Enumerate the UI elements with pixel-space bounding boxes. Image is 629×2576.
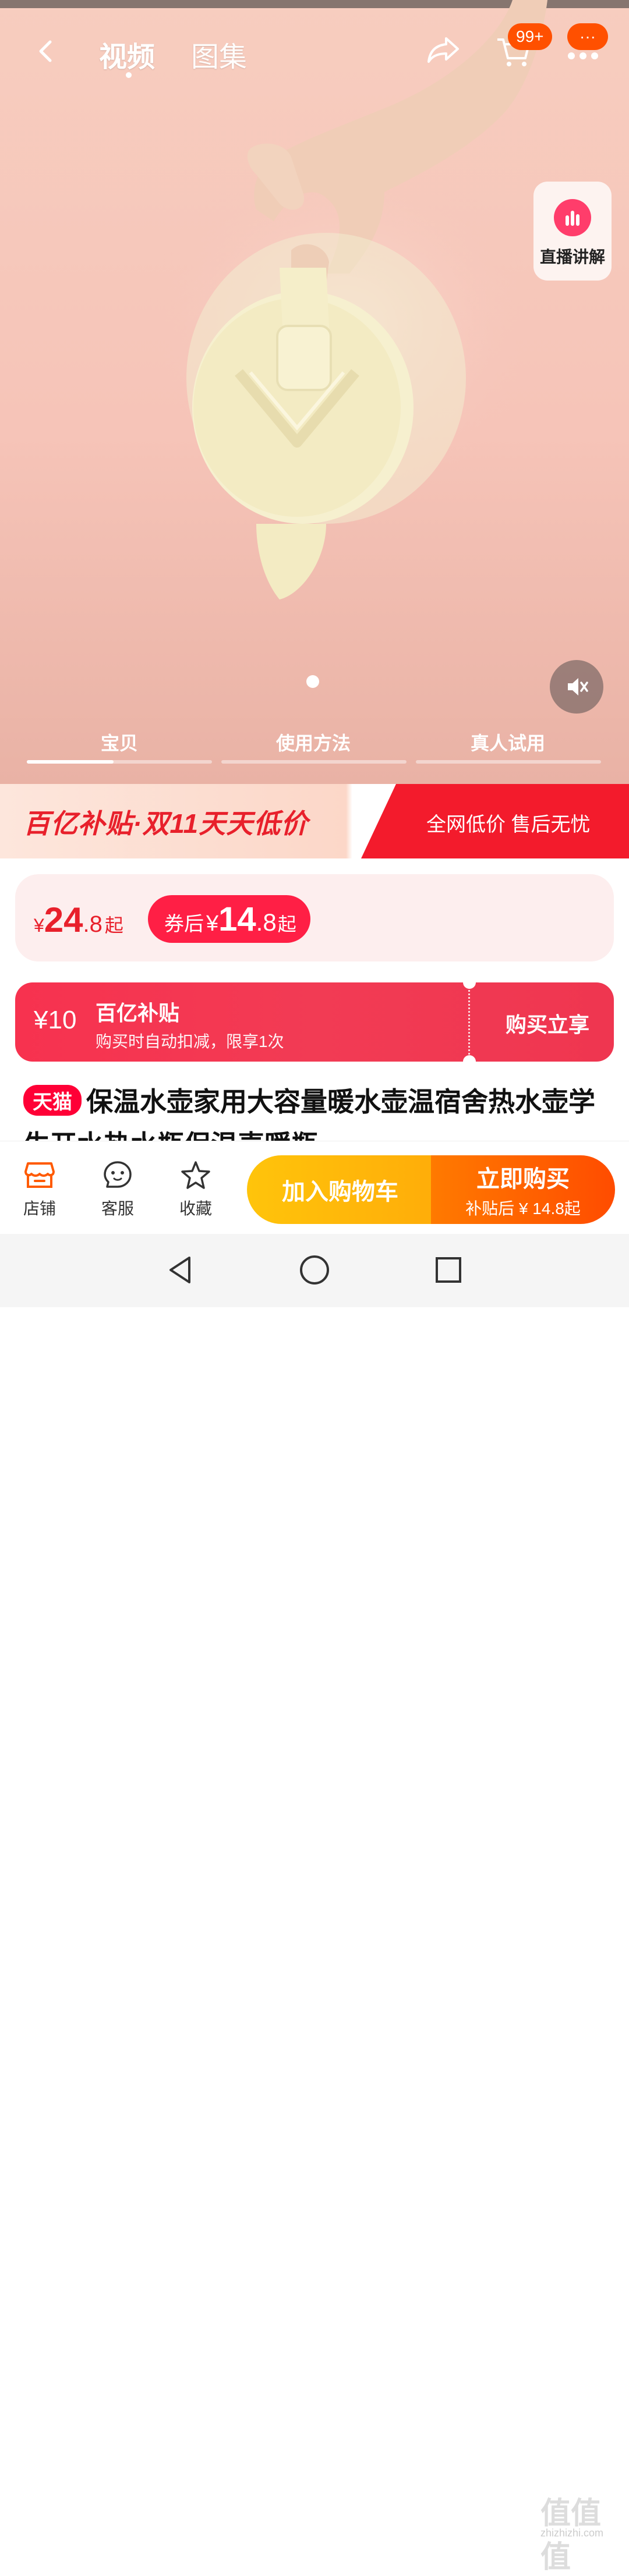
segment-progress-fill [27, 760, 114, 764]
system-back-button[interactable] [163, 1252, 198, 1287]
subsidy-title: 百亿补贴 [96, 1001, 180, 1025]
add-to-cart-button[interactable]: 加入购物车 [247, 1155, 433, 1224]
coupon-integer: 14 [218, 900, 256, 938]
shop-icon [24, 1162, 55, 1188]
chevron-left-icon [39, 40, 52, 62]
customer-service-button[interactable]: 客服 [89, 1159, 147, 1219]
price-decimal: .8 [83, 911, 103, 937]
coupon-suffix: 起 [277, 914, 296, 935]
live-icon [554, 199, 591, 236]
coupon-label: 券后 [164, 913, 204, 935]
buy-now-subsidy-price: 补贴后 ¥ 14.8起 [465, 1200, 581, 1218]
price-card: ¥ 24 .8 起 券后 ¥ 14 .8 起 [15, 874, 614, 961]
price-integer: 24 [44, 900, 83, 939]
share-icon [427, 37, 459, 63]
triangle-back-icon [169, 1257, 190, 1283]
tab-gallery[interactable]: 图集 [191, 34, 247, 74]
coupon-decimal: .8 [256, 909, 277, 936]
media-page-indicator [306, 675, 319, 688]
service-label: 客服 [101, 1200, 134, 1218]
more-badge: ··· [567, 23, 608, 50]
favorite-label: 收藏 [179, 1200, 212, 1218]
coupon-notch-bottom [463, 1055, 476, 1062]
circle-home-icon [300, 1255, 329, 1285]
segment-progress-usage [221, 760, 407, 764]
live-explain-card[interactable]: 直播讲解 [533, 182, 612, 281]
subsidy-coupon-card[interactable]: ¥10 百亿补贴 购买时自动扣减，限享1次 购买立享 [15, 982, 614, 1062]
buy-now-button[interactable]: 立即购买 补贴后 ¥ 14.8起 [431, 1155, 615, 1224]
product-media[interactable]: 视频 图集 99+ ··· 直播讲解 宝贝 使用方法 真人试用 [0, 0, 629, 784]
segment-label-trial[interactable]: 真人试用 [415, 729, 601, 755]
shop-label: 店铺 [23, 1200, 56, 1218]
mute-icon [568, 678, 588, 696]
system-recents-button[interactable] [431, 1252, 466, 1287]
product-video-frame [146, 0, 547, 599]
tab-video[interactable]: 视频 [99, 34, 155, 74]
price-suffix: 起 [104, 915, 123, 936]
favorite-button[interactable]: 收藏 [167, 1159, 225, 1219]
cart-count-badge: 99+ [508, 23, 552, 50]
back-button[interactable] [34, 35, 57, 68]
subsidy-cta-button[interactable]: 购买立享 [506, 1008, 589, 1038]
system-navigation-bar: 值值值 zhizhizhi.com [0, 1234, 629, 2575]
coupon-notch-top [463, 982, 476, 989]
subsidy-promo-banner[interactable]: 百亿补贴·双11天天低价 全网低价 售后无忧 [0, 784, 629, 858]
coupon-currency: ¥ [206, 911, 219, 936]
live-explain-label: 直播讲解 [539, 248, 605, 266]
square-recents-icon [436, 1257, 461, 1283]
buy-now-label: 立即购买 [476, 1166, 570, 1192]
system-home-button[interactable] [297, 1252, 332, 1287]
add-to-cart-label: 加入购物车 [282, 1179, 398, 1205]
service-icon [104, 1161, 132, 1188]
segment-progress-trial [416, 760, 601, 764]
product-title-block: 天猫保温水壶家用大容量暖水壶温宿舍热水壶学生开水热水瓶保温壶暖瓶 [23, 1080, 612, 1141]
mute-button[interactable] [550, 660, 603, 714]
star-icon [181, 1161, 210, 1189]
product-title: 保温水壶家用大容量暖水壶温宿舍热水壶学生开水热水瓶保温壶暖瓶 [23, 1087, 595, 1141]
watermark-url: zhizhizhi.com [540, 2527, 604, 2539]
promo-right-text: 全网低价 售后无忧 [426, 814, 591, 836]
subsidy-amount: ¥10 [34, 1006, 77, 1034]
coupon-price-pill[interactable]: 券后 ¥ 14 .8 起 [148, 895, 310, 943]
bottom-action-bar: 店铺 客服 收藏 加入购物车 立即购买 补贴后 ¥ 14.8起 [0, 1141, 629, 1233]
coupon-divider [468, 982, 470, 1062]
active-tab-indicator [126, 72, 132, 78]
segment-label-usage[interactable]: 使用方法 [220, 729, 407, 755]
price-currency: ¥ [34, 915, 44, 936]
original-price: ¥ 24 .8 起 [34, 900, 123, 940]
subsidy-description: 购买时自动扣减，限享1次 [96, 1032, 284, 1051]
shop-button[interactable]: 店铺 [10, 1159, 69, 1219]
share-button[interactable] [423, 29, 464, 70]
segment-label-item[interactable]: 宝贝 [26, 729, 213, 755]
segment-progress-item [27, 760, 212, 764]
tmall-badge: 天猫 [23, 1085, 82, 1116]
promo-left-text: 百亿补贴·双11天天低价 [23, 808, 309, 839]
